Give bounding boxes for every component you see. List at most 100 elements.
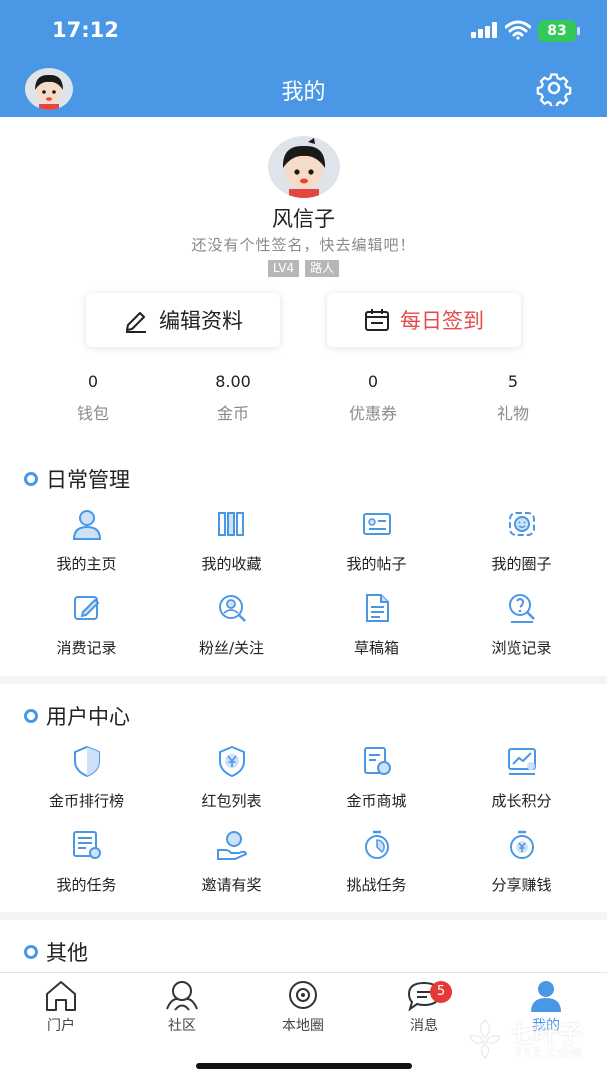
- calendar-icon: [365, 309, 389, 331]
- daily-signin-label: 每日签到: [400, 309, 484, 333]
- user-center-grid: 金币排行榜 红包列表 金币商城 成长积分 我的任务 邀请有奖 挑战任务 分享赚钱: [14, 742, 594, 910]
- grid-item-drafts[interactable]: 草稿箱: [304, 589, 449, 673]
- stat-label: 优惠券: [348, 404, 397, 423]
- section-divider: [0, 912, 607, 920]
- grid-item-spending-record[interactable]: 消费记录: [14, 589, 159, 673]
- grid-item-label: 我的收藏: [201, 555, 262, 573]
- stat-label: 礼物: [496, 404, 529, 423]
- battery-indicator: 83: [538, 20, 576, 42]
- gift-hand-icon: [216, 831, 247, 860]
- profile-avatar[interactable]: [268, 136, 340, 198]
- section-title-user-center: 用户中心: [24, 701, 130, 731]
- stat-value: 8.00: [215, 372, 251, 391]
- wifi-icon: [505, 20, 531, 40]
- stat-coupons[interactable]: 0 优惠券: [303, 372, 443, 426]
- edit-note-icon: [73, 596, 99, 620]
- grid-item-label: 金币商城: [346, 792, 407, 810]
- status-time: 17:12: [52, 18, 119, 42]
- status-bar: 17:12 83: [0, 0, 607, 62]
- signal-icon: [471, 22, 499, 38]
- grid-item-label: 分享赚钱: [491, 876, 552, 894]
- stat-value: 5: [507, 372, 519, 391]
- stat-label: 金币: [216, 404, 249, 423]
- grid-item-my-posts[interactable]: 我的帖子: [304, 505, 449, 589]
- stat-value: 0: [367, 372, 379, 391]
- community-icon: [166, 981, 198, 1011]
- home-indicator: [196, 1063, 412, 1069]
- leaf-logo-icon: [469, 1019, 501, 1059]
- edit-profile-label: 编辑资料: [159, 309, 243, 333]
- id-card-icon: [362, 513, 391, 535]
- battery-tip: [577, 27, 580, 35]
- grid-item-label: 消费记录: [56, 639, 117, 657]
- section-divider: [0, 676, 607, 684]
- watermark: 七叶子 7YZ.COM: [462, 1006, 602, 1068]
- local-circle-icon: [289, 981, 317, 1009]
- tab-local-circle[interactable]: 本地圈: [253, 979, 353, 1035]
- grid-item-label: 挑战任务: [346, 876, 407, 894]
- level-badge: LV4: [267, 260, 300, 277]
- stats-row: 0 钱包 8.00 金币 0 优惠券 5 礼物: [23, 372, 583, 426]
- grid-item-label: 我的任务: [56, 876, 117, 894]
- grid-item-my-homepage[interactable]: 我的主页: [14, 505, 159, 589]
- document-icon: [365, 594, 389, 622]
- section-title-text: 用户中心: [46, 705, 130, 729]
- tab-community[interactable]: 社区: [132, 979, 232, 1035]
- grid-item-share-earn[interactable]: 分享赚钱: [449, 826, 594, 910]
- watermark-sub: 7YZ.COM: [514, 1046, 584, 1060]
- grid-item-label: 草稿箱: [353, 639, 399, 657]
- user-search-icon: [218, 595, 246, 622]
- grid-item-label: 我的帖子: [346, 555, 407, 573]
- grid-item-coin-mall[interactable]: 金币商城: [304, 742, 449, 826]
- store-coin-icon: [363, 747, 391, 775]
- stopwatch-icon: [364, 830, 389, 859]
- books-icon: [217, 512, 244, 536]
- stat-coins[interactable]: 8.00 金币: [163, 372, 303, 426]
- home-icon: [46, 981, 76, 1011]
- grid-item-my-circles[interactable]: 我的圈子: [449, 505, 594, 589]
- gear-icon[interactable]: [536, 70, 572, 106]
- grid-item-my-favorites[interactable]: 我的收藏: [159, 505, 304, 589]
- stat-wallet[interactable]: 0 钱包: [23, 372, 163, 426]
- shield-icon: [73, 745, 100, 778]
- tab-messages[interactable]: 消息 5: [374, 979, 474, 1035]
- grid-item-challenge-tasks[interactable]: 挑战任务: [304, 826, 449, 910]
- stat-gifts[interactable]: 5 礼物: [443, 372, 583, 426]
- user-icon: [72, 510, 101, 540]
- tab-portal[interactable]: 门户: [11, 979, 111, 1035]
- stat-label: 钱包: [76, 404, 109, 423]
- grid-item-label: 我的圈子: [491, 555, 552, 573]
- username: 风信子: [272, 207, 335, 231]
- daily-grid: 我的主页 我的收藏 我的帖子 我的圈子 消费记录 粉丝/关注 草稿箱 浏览记录: [14, 505, 594, 673]
- grid-item-red-packets[interactable]: 红包列表: [159, 742, 304, 826]
- grid-item-followers[interactable]: 粉丝/关注: [159, 589, 304, 673]
- task-list-icon: [72, 831, 101, 859]
- smile-face-icon: [508, 512, 535, 536]
- tab-label: 门户: [47, 1018, 75, 1034]
- section-marker-icon: [24, 945, 38, 959]
- coin-timer-icon: [509, 830, 534, 859]
- grid-item-growth-points[interactable]: 成长积分: [449, 742, 594, 826]
- chart-card-icon: [507, 748, 536, 775]
- cartoon-avatar-icon: [282, 138, 326, 198]
- grid-item-browse-history[interactable]: 浏览记录: [449, 589, 594, 673]
- stat-value: 0: [87, 372, 99, 391]
- section-marker-icon: [24, 709, 38, 723]
- grid-item-label: 邀请有奖: [201, 876, 262, 894]
- edit-profile-button[interactable]: 编辑资料: [86, 293, 280, 347]
- tab-label: 消息: [410, 1018, 438, 1034]
- watermark-text: 七叶子: [510, 1020, 582, 1048]
- grid-item-coin-ranking[interactable]: 金币排行榜: [14, 742, 159, 826]
- section-title-text: 日常管理: [46, 468, 130, 492]
- tab-label: 本地圈: [282, 1018, 324, 1034]
- grid-item-my-tasks[interactable]: 我的任务: [14, 826, 159, 910]
- grid-item-label: 金币排行榜: [48, 792, 124, 810]
- signature-text[interactable]: 还没有个性签名，快去编辑吧！: [0, 234, 607, 255]
- grid-item-label: 成长积分: [491, 792, 552, 810]
- daily-signin-button[interactable]: 每日签到: [327, 293, 521, 347]
- section-marker-icon: [24, 472, 38, 486]
- pencil-icon: [126, 312, 146, 333]
- grid-item-label: 红包列表: [201, 792, 262, 810]
- header-bar: 17:12 83 我的: [0, 0, 607, 117]
- grid-item-invite-reward[interactable]: 邀请有奖: [159, 826, 304, 910]
